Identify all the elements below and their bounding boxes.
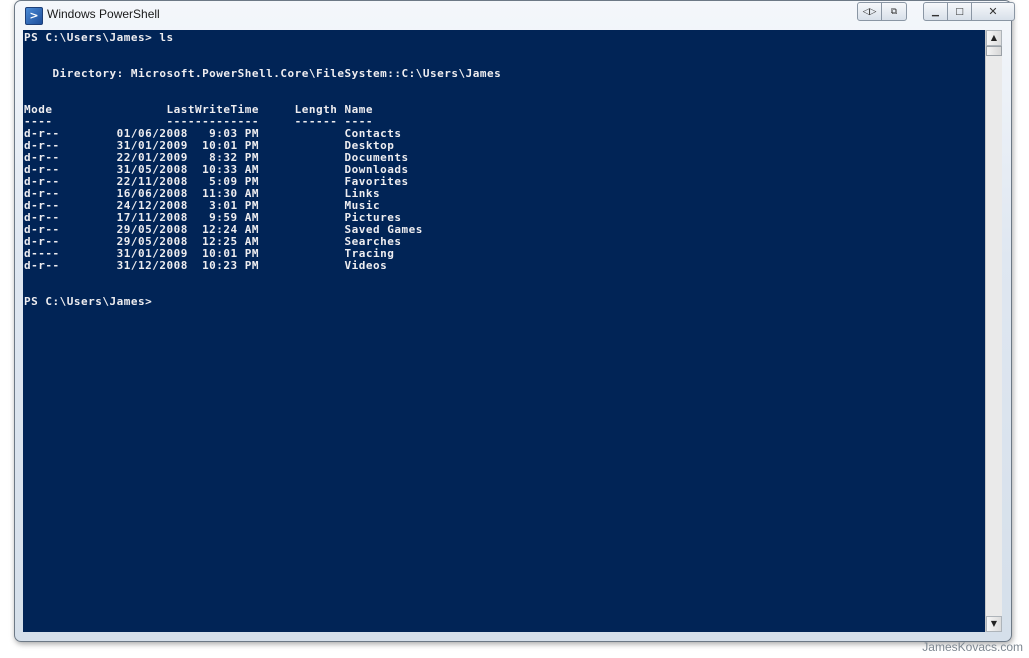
close-icon: ✕ bbox=[988, 5, 998, 18]
maximize-icon: □ bbox=[955, 6, 964, 17]
window-title: Windows PowerShell bbox=[47, 7, 160, 21]
console-output-area[interactable]: PS C:\Users\James> ls Directory: Microso… bbox=[23, 30, 985, 632]
console-text: PS C:\Users\James> ls Directory: Microso… bbox=[23, 30, 985, 308]
powershell-window: > Windows PowerShell ◁▷ ⧉ ▁ □ ✕ PS C:\Us… bbox=[14, 0, 1015, 642]
minimize-icon: ▁ bbox=[932, 6, 939, 17]
powershell-icon[interactable]: > bbox=[25, 7, 43, 25]
minimize-button[interactable]: ▁ bbox=[924, 3, 948, 20]
resize-icon[interactable]: ◁▷ bbox=[858, 3, 882, 20]
watermark: JamesKovacs.com bbox=[922, 640, 1023, 654]
extra-controls: ◁▷ ⧉ bbox=[857, 2, 907, 21]
command-line: PS C:\Users\James> ls bbox=[24, 31, 174, 44]
maximize-button[interactable]: □ bbox=[948, 3, 972, 20]
window-controls: ▁ □ ✕ bbox=[923, 2, 1015, 21]
table-row: d-r-- 31/12/2008 10:23 PM Videos bbox=[24, 259, 388, 272]
title-bar[interactable]: > Windows PowerShell ◁▷ ⧉ ▁ □ ✕ bbox=[15, 1, 1015, 29]
scroll-thumb[interactable] bbox=[986, 46, 1002, 56]
close-button[interactable]: ✕ bbox=[972, 3, 1014, 20]
prompt-line: PS C:\Users\James> bbox=[24, 295, 153, 308]
directory-line: Directory: Microsoft.PowerShell.Core\Fil… bbox=[24, 67, 502, 80]
scroll-down-arrow-icon[interactable]: ▼ bbox=[986, 616, 1002, 632]
scroll-up-arrow-icon[interactable]: ▲ bbox=[986, 30, 1002, 46]
vertical-scrollbar[interactable]: ▲ ▼ bbox=[985, 30, 1002, 632]
tile-icon[interactable]: ⧉ bbox=[882, 3, 906, 20]
